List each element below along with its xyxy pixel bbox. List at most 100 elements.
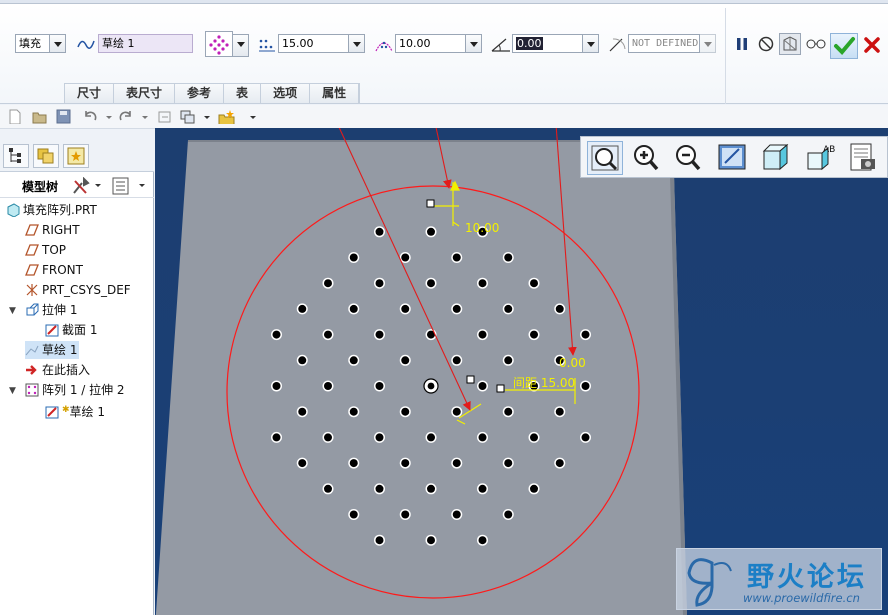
datum-plane-icon (25, 264, 39, 276)
model-tree-header: 模型树 (0, 173, 154, 198)
tab-folder-browser[interactable] (33, 144, 59, 168)
hole (504, 407, 513, 416)
drag-handle[interactable] (426, 199, 435, 208)
preview-toggle[interactable] (779, 33, 801, 55)
rotation-field[interactable]: 0.00 (512, 34, 583, 53)
navigator-tabs (0, 140, 154, 172)
hole (324, 484, 332, 493)
tab-table-dimensions[interactable]: 表尺寸 (114, 84, 176, 104)
view-manager-button[interactable] (847, 141, 883, 175)
zoom-in-button[interactable] (629, 141, 665, 175)
pause-icon[interactable] (734, 35, 750, 53)
rotation-dropdown[interactable] (583, 34, 599, 53)
hole (427, 227, 435, 236)
repaint-button[interactable] (715, 141, 751, 175)
zoom-out-button[interactable] (671, 141, 707, 175)
tree-item-extrude[interactable]: 拉伸 1 (25, 301, 77, 319)
tree-item-label: 草绘 1 (42, 343, 78, 357)
zoom-out-icon (676, 145, 701, 171)
hole (452, 253, 461, 262)
radius-field[interactable]: NOT DEFINED (628, 34, 700, 53)
tree-item-pattern[interactable]: 阵列 1 / 拉伸 2 (25, 381, 125, 399)
tools-dropdown-icon[interactable] (93, 178, 103, 194)
expand-icon[interactable]: ▼ (9, 386, 16, 396)
border-value: 10.00 (399, 37, 431, 50)
rotation-dimension-label[interactable]: 0.00 (559, 356, 586, 370)
hole (478, 382, 487, 390)
refit-button[interactable] (587, 141, 623, 175)
tab-references[interactable]: 参考 (175, 84, 225, 104)
open-folder-icon[interactable] (32, 109, 48, 124)
regenerate-icon[interactable] (157, 109, 173, 124)
radius-icon (609, 38, 626, 52)
tree-item-section[interactable]: 截面 1 (45, 321, 97, 339)
undo-icon[interactable] (82, 109, 98, 124)
hole (452, 356, 461, 365)
hole (349, 459, 358, 468)
named-views-button[interactable]: AB (803, 141, 839, 175)
graphics-window[interactable]: 10.00 0.00 间距 15.00 (155, 128, 888, 615)
new-file-icon[interactable] (8, 109, 22, 124)
folder-star-icon[interactable] (218, 109, 236, 124)
tree-item-sketch[interactable]: 草绘 1 (25, 341, 80, 359)
hole (555, 459, 564, 468)
radius-value: NOT DEFINED (632, 38, 699, 49)
border-icon (375, 41, 393, 52)
model-viewport[interactable]: 10.00 0.00 间距 15.00 (155, 128, 888, 615)
tab-table[interactable]: 表 (224, 84, 262, 104)
spacing-dropdown[interactable] (349, 34, 365, 53)
spacing-field[interactable]: 15.00 (278, 34, 349, 53)
redo-icon[interactable] (118, 109, 134, 124)
tab-options[interactable]: 选项 (261, 84, 311, 104)
hole (349, 356, 358, 365)
pattern-type-dropdown[interactable] (50, 34, 66, 53)
hole (581, 382, 590, 390)
tab-properties[interactable]: 属性 (310, 84, 360, 104)
expand-icon[interactable]: ▼ (9, 306, 16, 316)
tree-item-part[interactable]: 填充阵列.PRT (6, 201, 97, 219)
show-icon[interactable] (111, 176, 131, 196)
tab-dimensions[interactable]: 尺寸 (65, 84, 115, 104)
cancel-icon[interactable] (862, 35, 882, 55)
refit-icon (591, 145, 619, 171)
tree-item-csys[interactable]: PRT_CSYS_DEF (25, 281, 131, 299)
hole (581, 433, 590, 442)
border-dimension-label[interactable]: 10.00 (465, 221, 499, 235)
pattern-type-select[interactable]: 填充 (15, 34, 50, 53)
undo-dropdown-icon[interactable] (104, 109, 114, 124)
drag-handle[interactable] (496, 384, 505, 393)
confirm-button[interactable] (830, 33, 858, 59)
hole (298, 356, 307, 365)
tree-item-top[interactable]: TOP (25, 241, 66, 259)
border-field[interactable]: 10.00 (395, 34, 466, 53)
view-toolbar: AB (580, 136, 888, 178)
save-icon[interactable] (56, 109, 72, 124)
tree-item-label: 拉伸 1 (42, 303, 78, 317)
spacing-dimension-label[interactable]: 间距 15.00 (513, 376, 575, 390)
border-dropdown[interactable] (466, 34, 482, 53)
hole (427, 433, 435, 442)
tab-model-tree[interactable] (3, 144, 29, 168)
hole (349, 304, 358, 313)
glasses-icon[interactable] (805, 36, 827, 50)
window-icon[interactable] (180, 109, 196, 124)
show-dropdown-icon[interactable] (137, 178, 147, 194)
pattern-type-value: 填充 (19, 37, 41, 50)
tree-item-right[interactable]: RIGHT (25, 221, 80, 239)
tree-item-front[interactable]: FRONT (25, 261, 83, 279)
drag-handle[interactable] (466, 375, 475, 384)
sketch-collector[interactable]: 草绘 1 (98, 34, 193, 53)
radius-dropdown[interactable] (700, 34, 716, 53)
tools-icon[interactable] (70, 177, 92, 195)
checkmark-icon (834, 37, 855, 55)
tab-favorites[interactable] (63, 144, 89, 168)
no-preview-icon[interactable] (757, 35, 775, 53)
shading-button[interactable] (759, 141, 795, 175)
toolbar-overflow-icon[interactable] (248, 109, 258, 124)
tree-item-pattern-sketch[interactable]: ✱草绘 1 (45, 401, 105, 419)
arrangement-button[interactable] (205, 31, 233, 57)
tree-item-insert-here[interactable]: 在此插入 (25, 361, 90, 379)
arrangement-dropdown[interactable] (233, 34, 249, 57)
window-dropdown-icon[interactable] (202, 109, 212, 124)
redo-dropdown-icon[interactable] (140, 109, 150, 124)
